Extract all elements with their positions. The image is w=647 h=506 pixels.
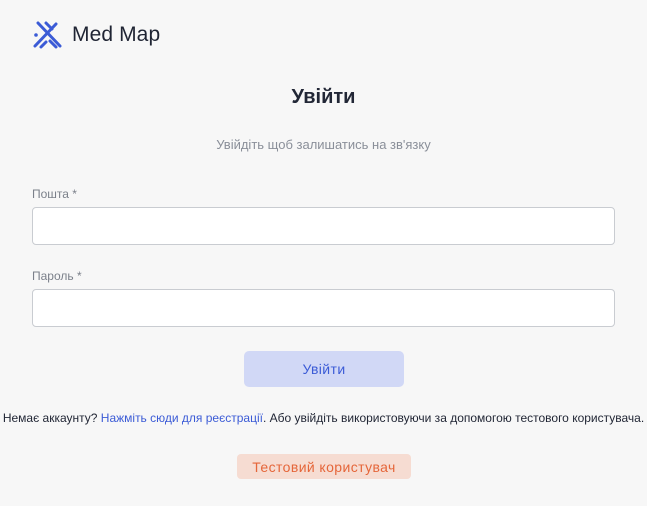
brand-header[interactable]: Med Map [32, 20, 160, 50]
signup-suffix: . Або увійдіть використовуючи за допомог… [262, 411, 645, 425]
login-button[interactable]: Увійти [244, 351, 404, 387]
email-label: Пошта * [32, 187, 77, 201]
password-field[interactable] [32, 289, 615, 327]
signup-prompt: Немає аккаунту? Нажміть сюди для реєстра… [0, 409, 647, 428]
password-label: Пароль * [32, 269, 82, 283]
test-user-button[interactable]: Тестовий користувач [237, 454, 411, 479]
page-title: Увійти [291, 86, 356, 108]
medmap-logo-icon [32, 20, 64, 50]
brand-name: Med Map [72, 23, 161, 46]
signup-prefix: Немає аккаунту? [2, 411, 101, 425]
email-field[interactable] [32, 207, 615, 245]
signup-link[interactable]: Нажміть сюди для реєстрації [101, 411, 263, 425]
page-subtitle: Увійдіть щоб залишатись на зв'язку [216, 137, 431, 152]
